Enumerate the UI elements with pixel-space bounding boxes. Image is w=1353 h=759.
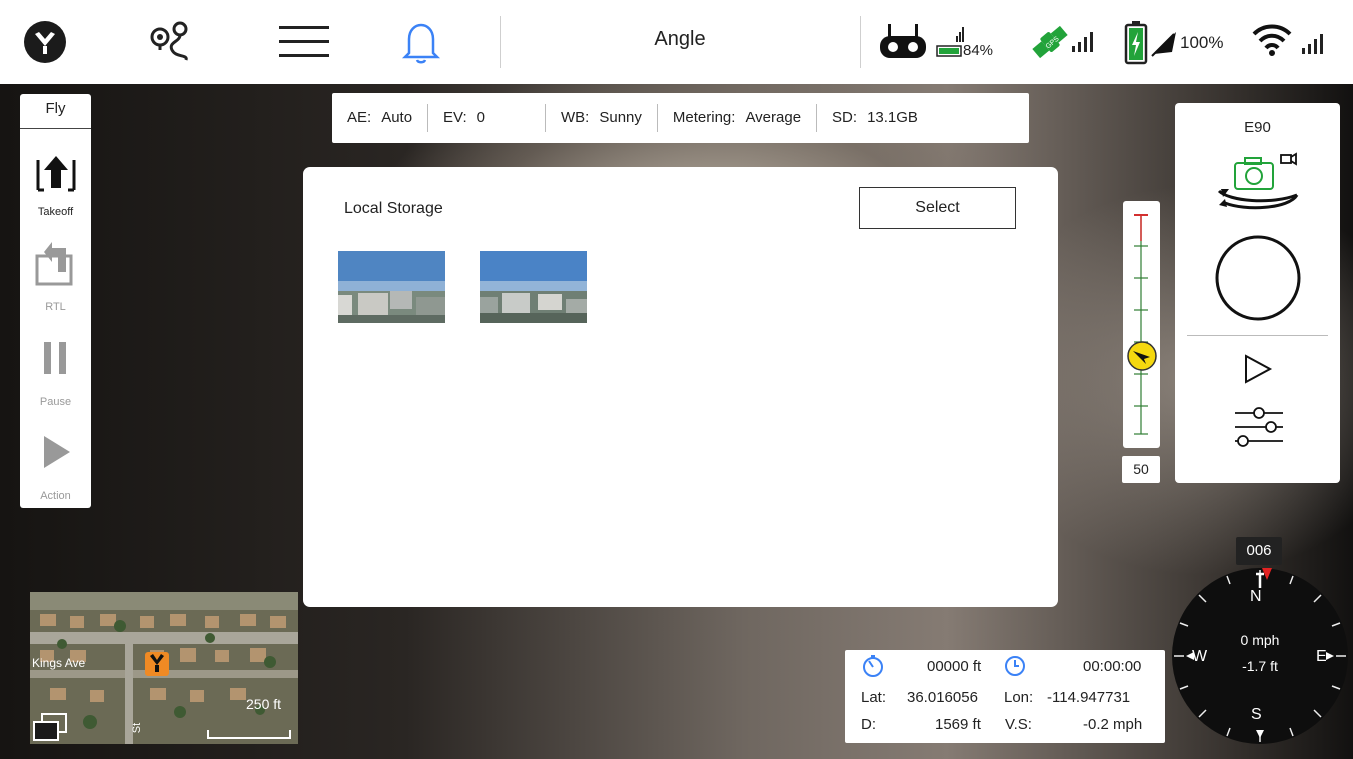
clock-icon xyxy=(1003,654,1027,682)
aircraft-battery-icon xyxy=(1124,20,1148,71)
divider xyxy=(860,16,861,68)
top-bar: Angle 84% GPS 100% xyxy=(0,0,1353,84)
switch-view-icon[interactable] xyxy=(32,712,68,744)
takeoff-button[interactable] xyxy=(34,150,78,201)
rtl-label: RTL xyxy=(45,301,66,313)
distance-timer-icon xyxy=(861,654,885,682)
compass-north: N xyxy=(1250,588,1262,605)
pause-button[interactable] xyxy=(42,340,70,381)
camera-settings-bar[interactable]: AE: Auto EV: 0 WB: Sunny Metering: Average S… xyxy=(332,93,1029,143)
map-scale-label: 250 ft xyxy=(246,696,282,712)
lon-value: -114.947731 xyxy=(1047,689,1131,706)
vs-value: -0.2 mph xyxy=(1083,716,1143,733)
gimbal-pitch-slider[interactable] xyxy=(1123,201,1160,448)
waypoint-route-icon[interactable] xyxy=(145,18,201,66)
heading-readout: 006 xyxy=(1236,537,1282,565)
aircraft-battery-percent: 100% xyxy=(1180,33,1224,52)
app-logo-icon[interactable] xyxy=(20,18,70,66)
slider-value: 50 xyxy=(1122,456,1160,483)
flight-control-panel: Fly Takeoff RTL Pause Action xyxy=(20,94,91,508)
dialog-title: Local Storage xyxy=(344,200,443,217)
sd-storage-setting[interactable]: SD: 13.1GB xyxy=(817,104,933,132)
wifi-signal-bars-icon xyxy=(1300,32,1330,61)
d-value: 1569 ft xyxy=(935,716,981,733)
fly-mode-label[interactable]: Fly xyxy=(20,94,91,129)
vs-label: V.S: xyxy=(1005,716,1032,733)
metering-setting[interactable]: Metering: Average xyxy=(658,104,818,132)
street-label: Kings Ave xyxy=(32,656,86,670)
gps-satellite-icon: GPS xyxy=(1030,22,1070,67)
compass-south: S xyxy=(1251,706,1262,723)
lat-value: 36.016056 xyxy=(907,689,978,706)
telemetry-panel: 00000 ft 00:00:00 Lat: 36.016056 Lon: -1… xyxy=(845,650,1165,743)
flight-time: 00:00:00 xyxy=(1083,658,1142,675)
notification-bell-icon[interactable] xyxy=(398,18,444,66)
camera-settings-sliders-icon[interactable] xyxy=(1233,405,1285,454)
distance-value: 00000 ft xyxy=(927,658,982,675)
takeoff-label: Takeoff xyxy=(37,206,74,218)
minimap[interactable]: Kings Ave 250 ft St xyxy=(30,592,298,744)
altitude-readout: -1.7 ft xyxy=(1242,658,1278,674)
rtl-button[interactable] xyxy=(34,242,78,293)
lon-label: Lon: xyxy=(1004,689,1034,706)
remote-controller-icon[interactable] xyxy=(878,22,928,67)
playback-icon[interactable] xyxy=(1243,353,1273,390)
camera-control-panel: E90 xyxy=(1175,103,1340,483)
d-label: D: xyxy=(861,716,876,733)
camera-model-label: E90 xyxy=(1244,119,1271,136)
compass-dial: N S E W 0 mph -1.7 ft xyxy=(1170,566,1350,746)
ev-setting[interactable]: EV: 0 xyxy=(428,104,547,132)
gps-signal-icon xyxy=(1070,30,1100,61)
divider xyxy=(500,16,501,68)
slider-knob-icon[interactable] xyxy=(1126,340,1158,377)
local-storage-dialog: Local Storage Select xyxy=(303,167,1058,607)
wifi-icon xyxy=(1252,22,1292,63)
shutter-button[interactable] xyxy=(1213,233,1303,328)
media-thumbnail[interactable] xyxy=(338,251,445,323)
action-play-button[interactable] xyxy=(42,434,72,475)
lat-label: Lat: xyxy=(861,689,887,706)
aircraft-signal-icon xyxy=(1150,26,1180,65)
rc-signal-battery-icon xyxy=(936,24,966,63)
divider xyxy=(1187,335,1328,336)
media-thumbnail[interactable] xyxy=(480,251,587,323)
rc-battery-percent: 84% xyxy=(963,42,994,59)
action-label: Action xyxy=(40,490,71,502)
camera-switch-mode-icon[interactable] xyxy=(1215,151,1305,220)
pause-label: Pause xyxy=(39,396,72,408)
speed-readout: 0 mph xyxy=(1240,632,1280,648)
flight-mode-title: Angle xyxy=(654,28,706,50)
menu-icon[interactable] xyxy=(276,18,332,66)
side-street-label: St xyxy=(131,722,144,734)
select-button[interactable]: Select xyxy=(859,187,1016,229)
ae-setting[interactable]: AE: Auto xyxy=(332,104,429,132)
wb-setting[interactable]: WB: Sunny xyxy=(546,104,658,132)
